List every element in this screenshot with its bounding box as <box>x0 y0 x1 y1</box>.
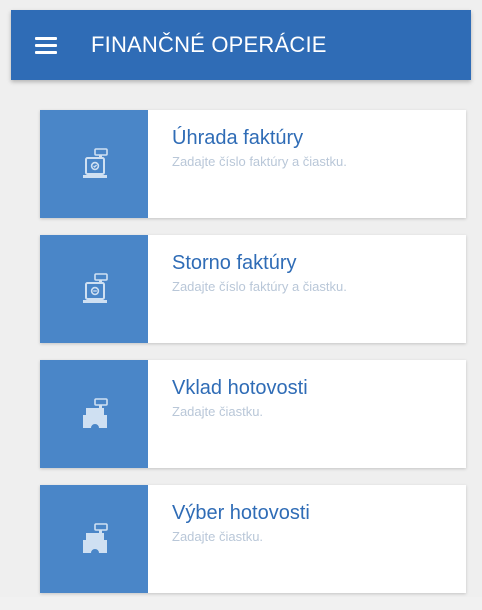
cash-register-icon <box>83 523 108 553</box>
card-subtitle: Zadajte číslo faktúry a čiastku. <box>172 279 347 294</box>
card-icon-box <box>40 360 148 468</box>
cash-register-invoice-icon <box>83 273 108 303</box>
operation-card-cash-deposit[interactable]: Vklad hotovosti Zadajte čiastku. <box>40 360 466 468</box>
card-subtitle: Zadajte čiastku. <box>172 529 264 544</box>
screen: FINANČNÉ OPERÁCIE Úhrada faktúry Zadajte… <box>0 0 482 597</box>
card-icon-box <box>40 110 148 218</box>
card-subtitle: Zadajte číslo faktúry a čiastku. <box>172 154 347 169</box>
card-title: Vklad hotovosti <box>172 377 308 399</box>
card-title: Výber hotovosti <box>172 502 310 524</box>
card-icon-box <box>40 485 148 593</box>
cash-register-icon <box>83 398 108 428</box>
page-title: FINANČNÉ OPERÁCIE <box>91 32 327 57</box>
operations-list: Úhrada faktúry Zadajte číslo faktúry a č… <box>40 110 466 610</box>
card-icon-box <box>40 235 148 343</box>
card-subtitle: Zadajte čiastku. <box>172 404 264 419</box>
operation-card-cash-withdrawal[interactable]: Výber hotovosti Zadajte čiastku. <box>40 485 466 593</box>
card-title: Storno faktúry <box>172 252 297 274</box>
operation-card-invoice-cancel[interactable]: Storno faktúry Zadajte číslo faktúry a č… <box>40 235 466 343</box>
cash-register-invoice-icon <box>83 148 108 178</box>
card-text: Výber hotovosti Zadajte čiastku. <box>148 485 310 593</box>
card-title: Úhrada faktúry <box>172 127 304 149</box>
app-bar: FINANČNÉ OPERÁCIE <box>11 10 471 80</box>
card-text: Úhrada faktúry Zadajte číslo faktúry a č… <box>148 110 347 218</box>
operation-card-invoice-payment[interactable]: Úhrada faktúry Zadajte číslo faktúry a č… <box>40 110 466 218</box>
hamburger-menu-icon[interactable] <box>35 37 57 54</box>
card-text: Vklad hotovosti Zadajte čiastku. <box>148 360 308 468</box>
card-text: Storno faktúry Zadajte číslo faktúry a č… <box>148 235 347 343</box>
